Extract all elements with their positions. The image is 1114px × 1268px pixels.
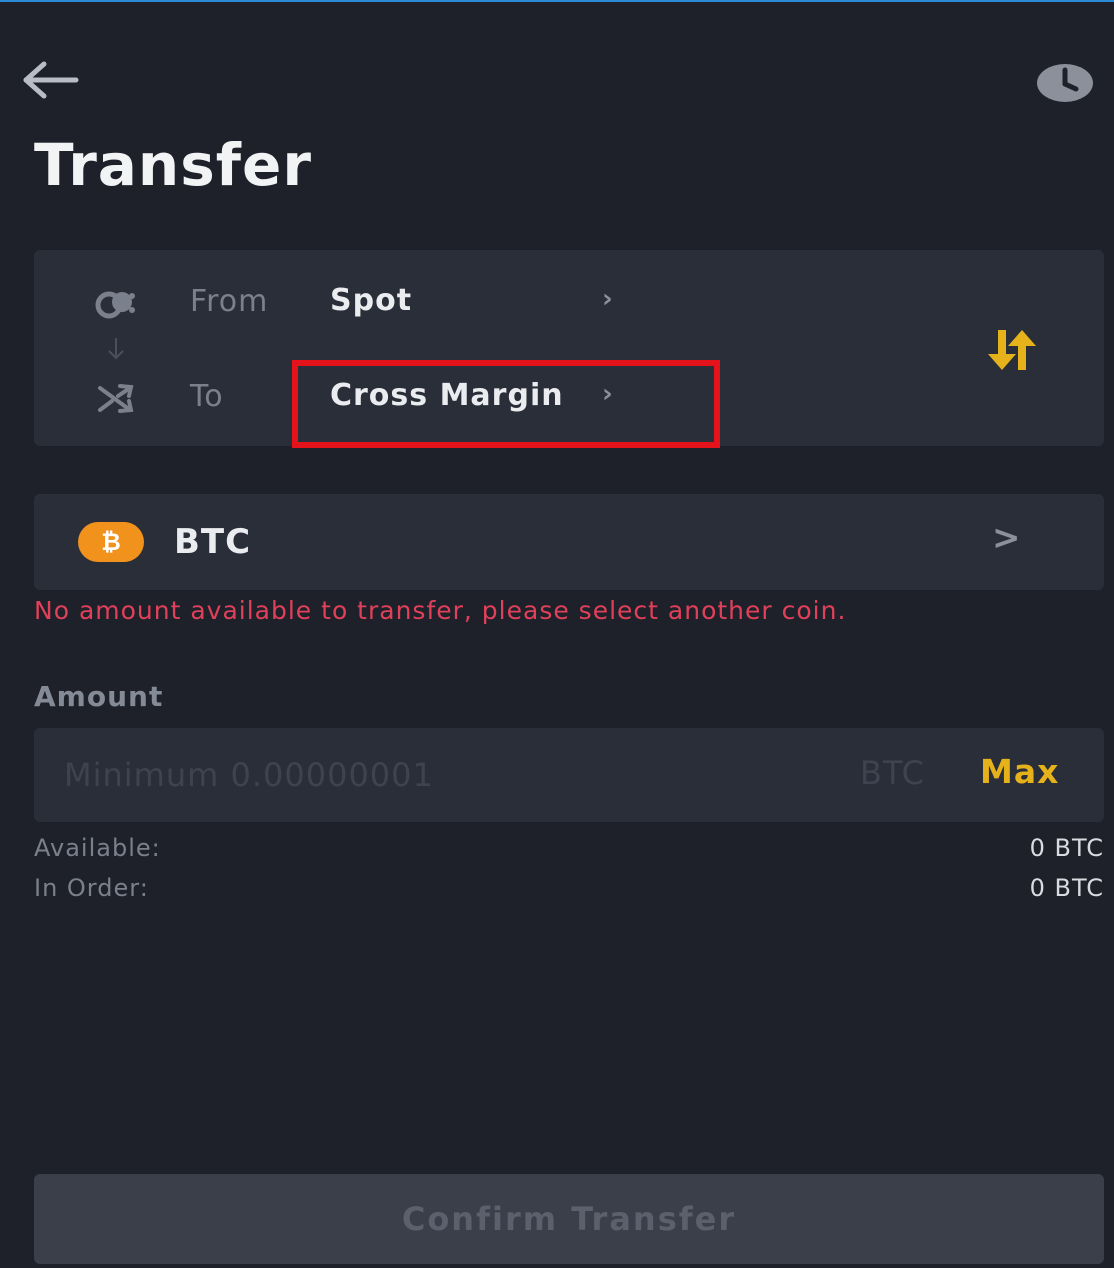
history-button[interactable]	[1034, 60, 1096, 106]
error-message: No amount available to transfer, please …	[34, 596, 847, 625]
in-order-value: 0 BTC	[1029, 874, 1104, 902]
swap-direction-button[interactable]	[982, 326, 1042, 374]
amount-unit: BTC	[860, 754, 925, 792]
amount-label: Amount	[34, 680, 164, 713]
swap-arrows-icon	[988, 330, 1036, 370]
top-accent-line	[0, 0, 1114, 2]
from-account-selector[interactable]: Spot	[330, 283, 412, 318]
max-button[interactable]: Max	[980, 752, 1059, 791]
arrow-left-icon	[23, 61, 79, 99]
shuffle-icon	[98, 384, 134, 413]
in-order-label: In Order:	[34, 874, 149, 902]
to-label: To	[190, 379, 224, 414]
wallet-icon	[95, 291, 135, 319]
btc-coin-icon: ₿	[78, 522, 144, 562]
confirm-transfer-button[interactable]: Confirm Transfer	[34, 1174, 1104, 1264]
amount-input[interactable]	[64, 750, 844, 800]
available-value: 0 BTC	[1029, 834, 1104, 862]
amount-field: BTC Max	[34, 728, 1104, 822]
chevron-right-icon: >	[992, 518, 1021, 558]
chevron-right-icon: ›	[602, 284, 613, 314]
back-button[interactable]	[20, 58, 84, 102]
available-label: Available:	[34, 834, 161, 862]
highlight-box	[292, 360, 720, 448]
coin-selector[interactable]: ₿ BTC >	[34, 494, 1104, 590]
page-title: Transfer	[34, 131, 312, 199]
coin-name: BTC	[174, 522, 252, 562]
clock-icon	[1037, 64, 1093, 102]
from-label: From	[190, 284, 269, 319]
arrow-down-icon	[108, 338, 124, 360]
